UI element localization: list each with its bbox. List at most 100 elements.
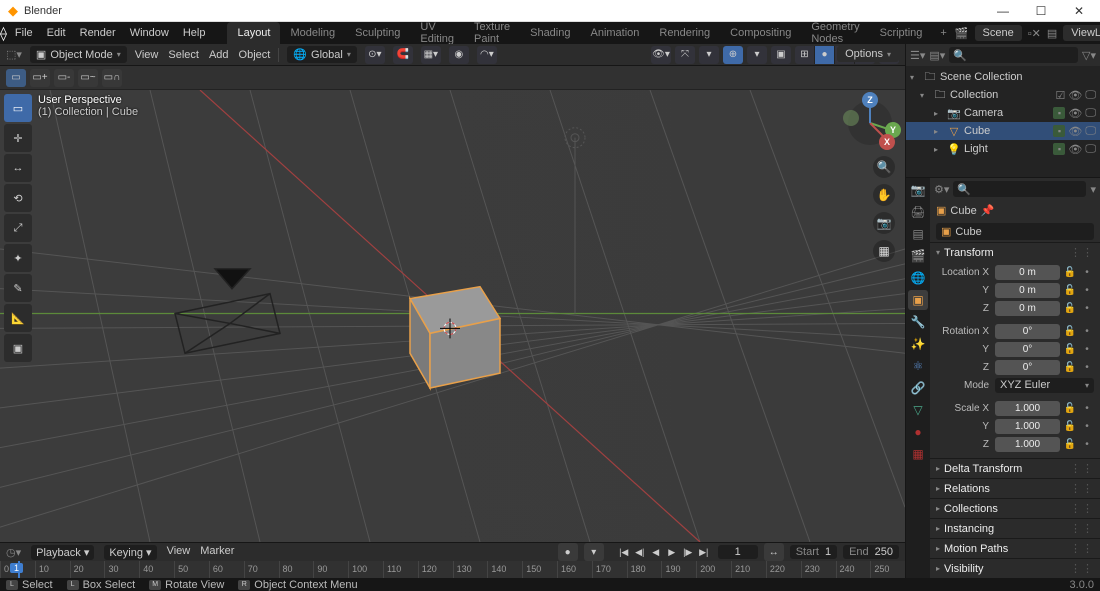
anim-dot-icon[interactable]: • xyxy=(1080,344,1094,355)
proportional-edit-toggle[interactable]: ◉ xyxy=(449,46,469,64)
timeline-menu-view[interactable]: View xyxy=(167,545,191,560)
outliner-scene-collection[interactable]: ▾🗀Scene Collection xyxy=(906,68,1100,86)
anim-dot-icon[interactable]: • xyxy=(1080,362,1094,373)
select-mode-set[interactable]: ▭ xyxy=(6,69,26,87)
workspace-tab-animation[interactable]: Animation xyxy=(580,22,649,44)
menu-help[interactable]: Help xyxy=(183,27,206,39)
close-button[interactable]: ✕ xyxy=(1064,4,1094,18)
scale-y-field[interactable]: 1.000 xyxy=(995,419,1060,434)
menu-render[interactable]: Render xyxy=(80,27,116,39)
property-tab-view-layer[interactable]: ▤ xyxy=(908,224,928,244)
orientation-selector[interactable]: 🌐 Global ▾ xyxy=(287,46,357,63)
next-keyframe-button[interactable]: |▶ xyxy=(680,545,696,559)
anim-dot-icon[interactable]: • xyxy=(1080,326,1094,337)
workspace-tab-geometry-nodes[interactable]: Geometry Nodes xyxy=(801,22,869,44)
property-tab-physics[interactable]: ⚛ xyxy=(908,356,928,376)
play-reverse-button[interactable]: ◀ xyxy=(648,545,664,559)
pivot-point-button[interactable]: ⊙▾ xyxy=(365,46,385,64)
viewport-options-dropdown[interactable]: Options ▾ xyxy=(837,46,899,62)
datablock-name-field[interactable]: ▣ Cube xyxy=(936,223,1094,240)
workspace-tab-layout[interactable]: Layout xyxy=(227,22,280,44)
wireframe-shading[interactable]: ⊞ xyxy=(795,46,815,64)
tool-select-box[interactable]: ▭ xyxy=(4,94,32,122)
gizmo-toggle[interactable]: ⤧ xyxy=(675,46,695,64)
gizmo-dropdown[interactable]: ▾ xyxy=(699,46,719,64)
outliner-search[interactable]: 🔍 xyxy=(949,47,1078,63)
property-tab-particles[interactable]: ✨ xyxy=(908,334,928,354)
tool-move[interactable]: ↔ xyxy=(4,154,32,182)
anim-dot-icon[interactable]: • xyxy=(1080,285,1094,296)
lock-icon[interactable]: 🔓 xyxy=(1063,403,1077,414)
select-mode-subtract[interactable]: ▭- xyxy=(54,69,74,87)
proportional-type-button[interactable]: ◠▾ xyxy=(477,46,497,64)
select-mode-invert[interactable]: ▭~ xyxy=(78,69,98,87)
rotation-mode-dropdown[interactable]: XYZ Euler▾ xyxy=(995,378,1094,393)
preview-range-toggle[interactable]: ↔ xyxy=(764,543,784,561)
workspace-tab-sculpting[interactable]: Sculpting xyxy=(345,22,410,44)
panel-header-instancing[interactable]: ▸Instancing⋮⋮ xyxy=(930,519,1100,538)
viewport-menu-view[interactable]: View xyxy=(135,49,159,61)
timeline-editor-icon[interactable]: ◷▾ xyxy=(6,546,21,559)
outliner-item-camera[interactable]: ▸📷Camera▪👁🖵 xyxy=(906,104,1100,122)
rotation-y-field[interactable]: 0° xyxy=(995,342,1060,357)
transform-panel-header[interactable]: ▾ Transform ⋮⋮ xyxy=(930,243,1100,262)
viewlayer-selector[interactable]: ViewLayer xyxy=(1063,25,1100,41)
tool-add-cube[interactable]: ▣ xyxy=(4,334,32,362)
xray-toggle[interactable]: ▣ xyxy=(771,46,791,64)
tool-measure[interactable]: 📐 xyxy=(4,304,32,332)
location-y-field[interactable]: 0 m xyxy=(995,283,1060,298)
location-z-field[interactable]: 0 m xyxy=(995,301,1060,316)
anim-dot-icon[interactable]: • xyxy=(1080,439,1094,450)
snap-type-button[interactable]: ▦▾ xyxy=(421,46,441,64)
panel-header-motion-paths[interactable]: ▸Motion Paths⋮⋮ xyxy=(930,539,1100,558)
tool-annotate[interactable]: ✎ xyxy=(4,274,32,302)
lock-icon[interactable]: 🔓 xyxy=(1063,439,1077,450)
viewlayer-browse-icon[interactable]: ▤ xyxy=(1047,27,1057,40)
keying-dropdown[interactable]: ▾ xyxy=(584,543,604,561)
scene-selector[interactable]: Scene xyxy=(975,25,1022,41)
scale-x-field[interactable]: 1.000 xyxy=(995,401,1060,416)
property-tab-object[interactable]: ▣ xyxy=(908,290,928,310)
add-workspace-button[interactable]: + xyxy=(932,27,954,39)
select-mode-intersect[interactable]: ▭∩ xyxy=(102,69,122,87)
outliner-editor-icon[interactable]: ☰▾ xyxy=(910,49,925,62)
gizmo-x-axis[interactable]: X xyxy=(879,134,895,150)
anim-dot-icon[interactable]: • xyxy=(1080,403,1094,414)
lock-icon[interactable]: 🔓 xyxy=(1063,303,1077,314)
outliner-item-light[interactable]: ▸💡Light▪👁🖵 xyxy=(906,140,1100,158)
workspace-tab-modeling[interactable]: Modeling xyxy=(280,22,345,44)
properties-editor-icon[interactable]: ⚙▾ xyxy=(934,183,949,196)
anim-dot-icon[interactable]: • xyxy=(1080,421,1094,432)
lock-icon[interactable]: 🔓 xyxy=(1063,267,1077,278)
properties-search[interactable]: 🔍 xyxy=(953,181,1086,197)
select-mode-extend[interactable]: ▭+ xyxy=(30,69,50,87)
properties-options-icon[interactable]: ▾ xyxy=(1090,183,1096,196)
perspective-button[interactable]: ▦ xyxy=(873,240,895,262)
gizmo-z-axis[interactable]: Z xyxy=(862,92,878,108)
pin-icon[interactable]: 📌 xyxy=(981,204,995,217)
jump-start-button[interactable]: |◀ xyxy=(616,545,632,559)
viewport-menu-add[interactable]: Add xyxy=(209,49,229,61)
property-tab-output[interactable]: 🖨 xyxy=(908,202,928,222)
menu-window[interactable]: Window xyxy=(130,27,169,39)
scene-new-icon[interactable]: ▫✕ xyxy=(1028,27,1041,40)
viewport-menu-object[interactable]: Object xyxy=(239,49,271,61)
workspace-tab-uv-editing[interactable]: UV Editing xyxy=(410,22,464,44)
property-tab-modifiers[interactable]: 🔧 xyxy=(908,312,928,332)
overlays-dropdown[interactable]: ▾ xyxy=(747,46,767,64)
property-tab-render[interactable]: 📷 xyxy=(908,180,928,200)
minimize-button[interactable]: — xyxy=(988,4,1018,18)
pan-button[interactable]: ✋ xyxy=(873,184,895,206)
autokey-toggle[interactable]: ● xyxy=(558,543,578,561)
jump-end-button[interactable]: ▶| xyxy=(696,545,712,559)
anim-dot-icon[interactable]: • xyxy=(1080,303,1094,314)
start-frame-field[interactable]: Start 1 xyxy=(790,545,837,559)
timeline-menu-playback[interactable]: Playback ▾ xyxy=(31,545,94,560)
property-tab-scene[interactable]: 🎬 xyxy=(908,246,928,266)
property-tab-data[interactable]: ▽ xyxy=(908,400,928,420)
property-tab-material[interactable]: ● xyxy=(908,422,928,442)
lock-icon[interactable]: 🔓 xyxy=(1063,362,1077,373)
location-x-field[interactable]: 0 m xyxy=(995,265,1060,280)
property-tab-world[interactable]: 🌐 xyxy=(908,268,928,288)
blender-icon[interactable]: ⟠ xyxy=(0,25,7,42)
